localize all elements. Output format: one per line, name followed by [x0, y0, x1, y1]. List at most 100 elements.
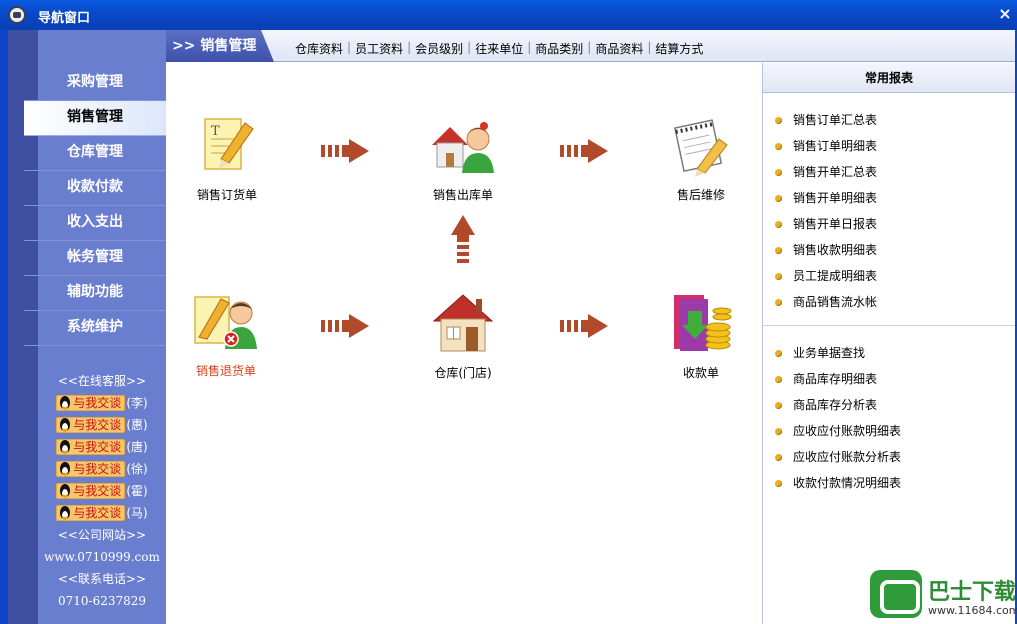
qq-penguin-icon	[57, 439, 73, 455]
house-icon	[432, 294, 494, 352]
common-reports-panel: 常用报表 销售订单汇总表 销售订单明细表 销售开单汇总表 销售开单明细表 销售开…	[762, 63, 1015, 624]
bullet-icon	[775, 194, 782, 202]
report-item[interactable]: 商品库存分析表	[763, 392, 1015, 418]
sidebar-item-system[interactable]: 系统维护	[24, 311, 166, 346]
qq-chat-row: 与我交谈 (霍)	[38, 480, 166, 502]
qq-chat-row: 与我交谈 (马)	[38, 502, 166, 524]
agent-name: (霍)	[126, 484, 148, 498]
sales-out-node[interactable]: 销售出库单	[428, 115, 498, 203]
qq-penguin-icon	[57, 417, 73, 433]
warehouse-node[interactable]: 仓库(门店)	[428, 291, 498, 381]
warehouse-label: 仓库(门店)	[434, 366, 492, 380]
qq-penguin-icon	[57, 461, 73, 477]
qq-chat-label: 与我交谈	[73, 462, 122, 476]
link-warehouse-data[interactable]: 仓库资料	[295, 40, 343, 57]
return-note-user-icon	[194, 296, 257, 349]
reports-title: 常用报表	[763, 63, 1015, 93]
qq-penguin-icon	[57, 395, 73, 411]
qq-chat-label: 与我交谈	[73, 506, 122, 520]
service-heading: <<在线客服>>	[57, 374, 147, 388]
qq-chat-label: 与我交谈	[73, 418, 122, 432]
report-item[interactable]: 销售订单明细表	[763, 133, 1015, 159]
sidebar-item-purchase[interactable]: 采购管理	[24, 66, 166, 101]
qq-chat-button[interactable]: 与我交谈	[56, 483, 126, 499]
sidebar-item-warehouse[interactable]: 仓库管理	[24, 136, 166, 171]
section-title: >> 销售管理	[166, 30, 274, 62]
sidebar-item-accounts[interactable]: 帐务管理	[24, 241, 166, 276]
close-button[interactable]: ×	[997, 5, 1013, 23]
window-title: 导航窗口	[38, 11, 91, 26]
qq-chat-button[interactable]: 与我交谈	[56, 417, 126, 433]
bullet-icon	[775, 116, 782, 124]
qq-chat-row: 与我交谈 (徐)	[38, 458, 166, 480]
qq-chat-button[interactable]: 与我交谈	[56, 439, 126, 455]
sidebar-item-payments[interactable]: 收款付款	[24, 171, 166, 206]
phone-number: 0710-6237829	[57, 594, 147, 608]
coins-folder-icon	[674, 295, 732, 351]
sales-out-label: 销售出库单	[432, 188, 493, 202]
qq-chat-button[interactable]: 与我交谈	[56, 395, 126, 411]
agent-name: (徐)	[126, 462, 148, 476]
sidebar-item-income-expense[interactable]: 收入支出	[24, 206, 166, 241]
flow-arrow-right-icon	[560, 139, 608, 163]
report-item[interactable]: 商品库存明细表	[763, 366, 1015, 392]
flow-arrow-right-icon	[560, 314, 608, 338]
sales-order-label: 销售订货单	[196, 188, 257, 202]
link-partners[interactable]: 往来单位	[475, 40, 523, 57]
qq-chat-label: 与我交谈	[73, 396, 122, 410]
link-separator: |	[527, 40, 532, 54]
report-item[interactable]: 销售收款明细表	[763, 237, 1015, 263]
link-product-category[interactable]: 商品类别	[535, 40, 583, 57]
sidebar-item-sales[interactable]: 销售管理	[24, 101, 166, 136]
report-item-label: 商品销售流水帐	[793, 295, 878, 309]
link-separator: |	[467, 40, 472, 54]
bullet-icon	[775, 246, 782, 254]
report-item-label: 销售订单明细表	[793, 139, 878, 153]
report-item[interactable]: 商品销售流水帐	[763, 289, 1015, 315]
bullet-icon	[775, 375, 782, 383]
watermark-site: www.11684.com	[928, 604, 1017, 617]
sales-return-node[interactable]: 销售退货单	[188, 291, 264, 379]
flow-arrow-right-icon	[321, 314, 369, 338]
svg-text:T: T	[211, 124, 220, 139]
qq-chat-button[interactable]: 与我交谈	[56, 505, 126, 521]
report-item-label: 销售开单明细表	[793, 191, 878, 205]
link-member-level[interactable]: 会员级别	[415, 40, 463, 57]
flow-arrow-up-icon	[451, 215, 475, 263]
after-sales-label: 售后维修	[676, 188, 725, 202]
report-group-inventory: 业务单据查找 商品库存明细表 商品库存分析表 应收应付账款明细表 应收应付账款分…	[763, 325, 1015, 496]
report-item[interactable]: 销售订单汇总表	[763, 107, 1015, 133]
bullet-icon	[775, 220, 782, 228]
link-employee-data[interactable]: 员工资料	[355, 40, 403, 57]
link-separator: |	[647, 40, 652, 54]
company-site-link[interactable]: www.0710999.com	[38, 546, 166, 568]
receipt-node[interactable]: 收款单	[666, 291, 736, 381]
after-sales-node[interactable]: 售后维修	[666, 115, 736, 203]
watermark-logo-icon	[870, 570, 922, 618]
agent-name: (马)	[126, 506, 148, 520]
report-item-label: 应收应付账款分析表	[793, 450, 902, 464]
report-item[interactable]: 销售开单汇总表	[763, 159, 1015, 185]
report-item[interactable]: 业务单据查找	[763, 340, 1015, 366]
agent-name: (李)	[126, 396, 148, 410]
link-separator: |	[347, 40, 352, 54]
qq-chat-row: 与我交谈 (唐)	[38, 436, 166, 458]
workflow-area: T 销售订货单 销售出库单 售后维修 销售退货单 仓库(门店) 收款单	[166, 63, 762, 624]
bullet-icon	[775, 168, 782, 176]
report-item-label: 员工提成明细表	[793, 269, 878, 283]
bullet-icon	[775, 453, 782, 461]
report-item-label: 销售订单汇总表	[793, 113, 878, 127]
report-item[interactable]: 收款付款情况明细表	[763, 470, 1015, 496]
report-item[interactable]: 员工提成明细表	[763, 263, 1015, 289]
report-item[interactable]: 销售开单明细表	[763, 185, 1015, 211]
report-item[interactable]: 销售开单日报表	[763, 211, 1015, 237]
report-item[interactable]: 应收应付账款明细表	[763, 418, 1015, 444]
report-item[interactable]: 应收应付账款分析表	[763, 444, 1015, 470]
sidebar-item-auxiliary[interactable]: 辅助功能	[24, 276, 166, 311]
bullet-icon	[775, 401, 782, 409]
link-settlement-method[interactable]: 结算方式	[655, 40, 703, 57]
sales-order-node[interactable]: T 销售订货单	[192, 115, 262, 203]
link-product-data[interactable]: 商品资料	[595, 40, 643, 57]
qq-chat-button[interactable]: 与我交谈	[56, 461, 126, 477]
report-item-label: 收款付款情况明细表	[793, 476, 902, 490]
